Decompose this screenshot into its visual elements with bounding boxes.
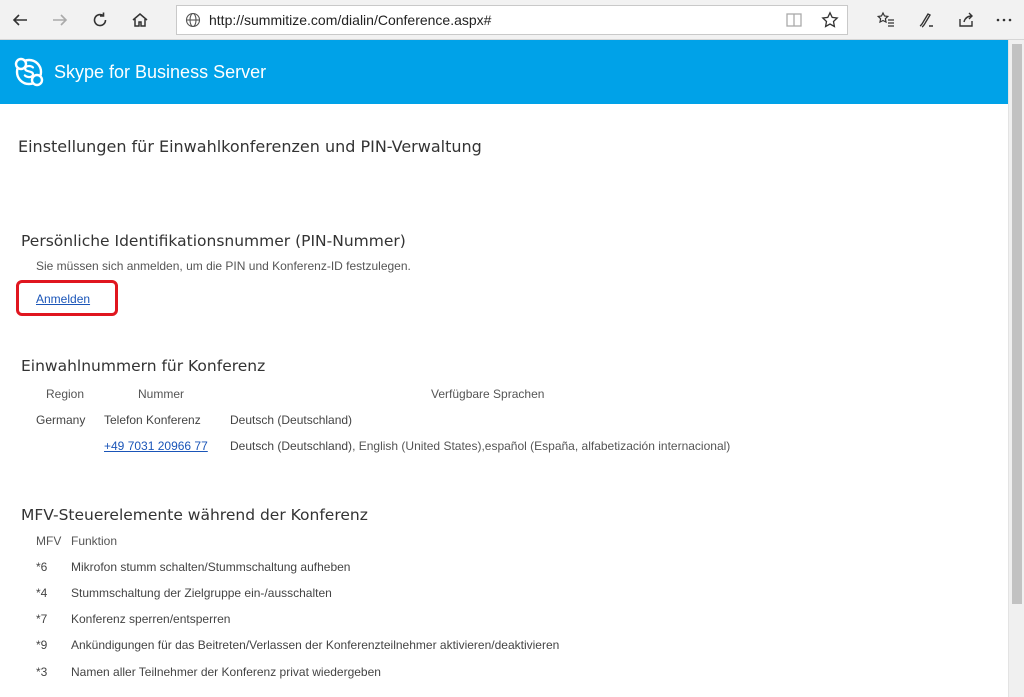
- scrollbar-thumb[interactable]: [1012, 44, 1022, 604]
- language-primary: Deutsch (Deutschland): [230, 439, 353, 453]
- dialin-row-number: Telefon Konferenz: [104, 413, 201, 427]
- signin-link[interactable]: Anmelden: [36, 292, 90, 306]
- pin-section-description: Sie müssen sich anmelden, um die PIN und…: [36, 259, 411, 273]
- dtmf-key: *4: [36, 586, 48, 600]
- dtmf-function: Mikrofon stumm schalten/Stummschaltung a…: [71, 560, 351, 574]
- favorites-list-icon: [877, 11, 894, 27]
- forward-button[interactable]: [46, 6, 74, 34]
- dtmf-key: *3: [36, 665, 48, 679]
- share-icon: [959, 12, 973, 27]
- refresh-button[interactable]: [86, 6, 114, 34]
- more-dots-icon: [996, 18, 1012, 22]
- share-button[interactable]: [952, 6, 980, 34]
- dialin-phone-link[interactable]: +49 7031 20966 77: [104, 439, 208, 453]
- page-title: Einstellungen für Einwahlkonferenzen und…: [18, 137, 482, 156]
- dialin-col-region: Region: [46, 387, 85, 401]
- reading-view-icon[interactable]: [785, 11, 803, 29]
- dialin-row-languages: Deutsch (Deutschland): [230, 413, 353, 427]
- dialin-row-languages: Deutsch (Deutschland), English (United S…: [230, 439, 730, 453]
- skype-logo-icon: [14, 57, 44, 87]
- web-note-button[interactable]: [912, 6, 940, 34]
- vertical-scrollbar[interactable]: [1008, 40, 1024, 697]
- refresh-icon: [93, 12, 107, 27]
- pin-section-heading: Persönliche Identifikationsnummer (PIN-N…: [21, 232, 406, 250]
- home-icon: [132, 13, 148, 27]
- dtmf-function: Namen aller Teilnehmer der Konferenz pri…: [71, 665, 381, 679]
- address-bar[interactable]: http://summitize.com/dialin/Conference.a…: [176, 5, 848, 35]
- product-name: Skype for Business Server: [54, 61, 267, 82]
- browser-toolbar: http://summitize.com/dialin/Conference.a…: [0, 0, 1024, 40]
- dialin-col-languages: Verfügbare Sprachen: [431, 387, 545, 401]
- dtmf-function: Stummschaltung der Zielgruppe ein-/aussc…: [71, 586, 332, 600]
- back-arrow-icon: [12, 14, 27, 26]
- url-text[interactable]: http://summitize.com/dialin/Conference.a…: [209, 12, 491, 28]
- forward-arrow-icon: [53, 14, 68, 26]
- dtmf-key: *6: [36, 560, 48, 574]
- dtmf-section-heading: MFV-Steuerelemente während der Konferenz: [21, 506, 368, 524]
- favorite-star-icon[interactable]: [821, 11, 839, 29]
- globe-icon: [185, 12, 201, 28]
- dialin-row-region: Germany: [36, 413, 86, 427]
- more-button[interactable]: [990, 6, 1018, 34]
- dtmf-key: *9: [36, 638, 48, 652]
- favorites-hub-button[interactable]: [872, 6, 900, 34]
- back-button[interactable]: [6, 6, 34, 34]
- dtmf-col-key: MFV: [36, 534, 62, 548]
- dtmf-function: Ankündigungen für das Beitreten/Verlasse…: [71, 638, 560, 652]
- pen-icon: [919, 13, 933, 28]
- dtmf-key: *7: [36, 612, 48, 626]
- skype-header-banner: Skype for Business Server: [0, 40, 1008, 104]
- dialin-col-number: Nummer: [138, 387, 185, 401]
- language-extra: , English (United States),español (Españ…: [352, 439, 731, 453]
- dialin-section-heading: Einwahlnummern für Konferenz: [21, 357, 266, 375]
- page-content: Einstellungen für Einwahlkonferenzen und…: [0, 104, 1008, 697]
- dtmf-function: Konferenz sperren/entsperren: [71, 612, 231, 626]
- home-button[interactable]: [126, 6, 154, 34]
- dtmf-col-function: Funktion: [71, 534, 118, 548]
